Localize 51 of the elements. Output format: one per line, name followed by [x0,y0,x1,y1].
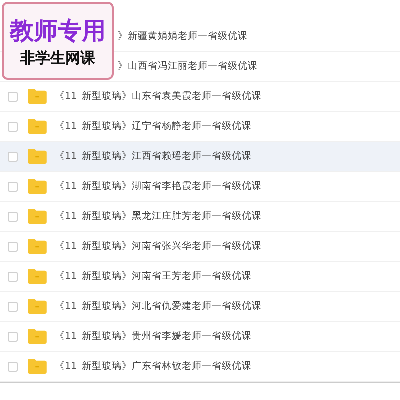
file-row[interactable]: 《11 新型玻璃》河南省张兴华老师一省级优课 [0,232,400,262]
file-number: 《11 [55,240,78,253]
file-row[interactable]: 《11 新型玻璃》河北省仇爱建老师一省级优课 [0,292,400,322]
folder-icon [28,119,47,134]
file-name: 新型玻璃》辽宁省杨静老师一省级优课 [82,120,252,133]
checkbox[interactable] [8,212,18,222]
folder-icon [28,329,47,344]
file-name: 》新疆黄娟娟老师一省级优课 [118,30,248,43]
folder-icon [28,179,47,194]
file-name: 新型玻璃》山东省袁美霞老师一省级优课 [82,90,262,103]
file-number: 《11 [55,210,78,223]
file-name: 新型玻璃》广东省林敏老师一省级优课 [82,360,252,373]
checkbox[interactable] [8,332,18,342]
folder-icon [28,269,47,284]
file-number: 《11 [55,360,78,373]
file-name: 新型玻璃》河南省张兴华老师一省级优课 [82,240,262,253]
checkbox[interactable] [8,92,18,102]
file-row[interactable]: 《11 新型玻璃》黑龙江庄胜芳老师一省级优课 [0,202,400,232]
file-row[interactable]: 《11 新型玻璃》江西省赖瑶老师一省级优课 [0,142,400,172]
folder-icon [28,149,47,164]
file-name: 新型玻璃》江西省赖瑶老师一省级优课 [82,150,252,163]
checkbox[interactable] [8,182,18,192]
file-name: 新型玻璃》河北省仇爱建老师一省级优课 [82,300,262,313]
file-row[interactable]: 《11 新型玻璃》贵州省李媛老师一省级优课 [0,322,400,352]
file-row[interactable]: 《11 新型玻璃》广东省林敏老师一省级优课 [0,352,400,382]
file-row[interactable]: 《11 新型玻璃》河南省王芳老师一省级优课 [0,262,400,292]
file-row[interactable]: 《11 新型玻璃》湖南省李艳霞老师一省级优课 [0,172,400,202]
folder-icon [28,299,47,314]
checkbox[interactable] [8,362,18,372]
file-name: 新型玻璃》湖南省李艳霞老师一省级优课 [82,180,262,193]
checkbox[interactable] [8,272,18,282]
file-name: 新型玻璃》河南省王芳老师一省级优课 [82,270,252,283]
checkbox[interactable] [8,302,18,312]
folder-icon [28,209,47,224]
file-number: 《11 [55,90,78,103]
file-number: 《11 [55,120,78,133]
file-name: 新型玻璃》贵州省李媛老师一省级优课 [82,330,252,343]
checkbox[interactable] [8,152,18,162]
folder-icon [28,359,47,374]
file-name: 》山西省冯江丽老师一省级优课 [118,60,258,73]
file-number: 《11 [55,300,78,313]
file-number: 《11 [55,330,78,343]
checkbox[interactable] [8,242,18,252]
file-name: 新型玻璃》黑龙江庄胜芳老师一省级优课 [82,210,262,223]
file-number: 《11 [55,150,78,163]
file-number: 《11 [55,270,78,283]
folder-icon [28,89,47,104]
folder-icon [28,239,47,254]
checkbox[interactable] [8,122,18,132]
file-number: 《11 [55,180,78,193]
file-row[interactable]: 《11 新型玻璃》山东省袁美霞老师一省级优课 [0,82,400,112]
